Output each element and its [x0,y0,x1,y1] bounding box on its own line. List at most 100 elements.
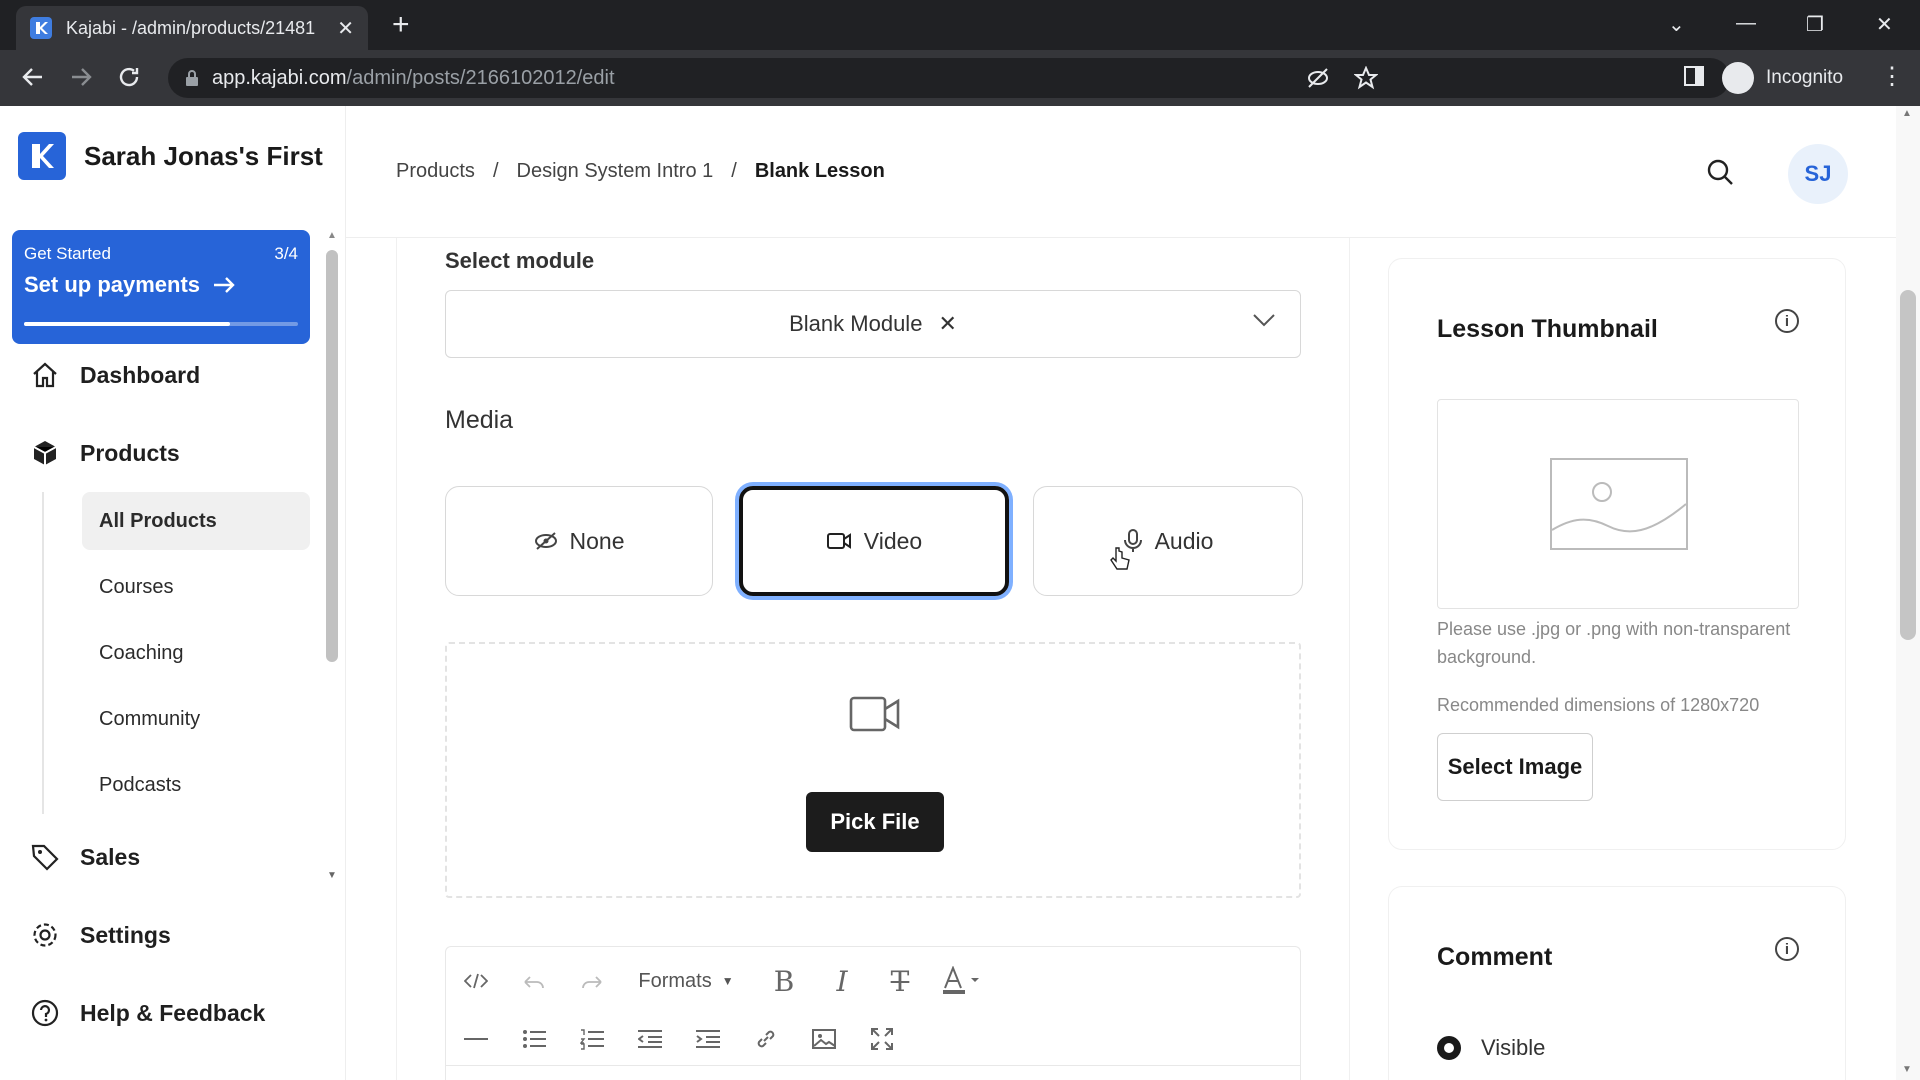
breadcrumb-separator: / [731,160,737,182]
get-started-progress-bar [24,322,298,326]
sidebar-subitem-podcasts[interactable]: Podcasts [82,756,310,814]
radio-selected-icon [1437,1036,1461,1060]
page-scrollbar[interactable]: ▲ ▼ [1896,106,1920,1080]
breadcrumb-current: Blank Lesson [754,160,885,182]
info-icon[interactable]: i [1775,937,1799,961]
hand-cursor-icon [1110,546,1130,572]
search-icon[interactable] [1706,158,1734,186]
formats-dropdown[interactable]: Formats ▼ [630,961,742,1001]
module-select[interactable]: Blank Module ✕ [445,290,1301,358]
get-started-card[interactable]: Get Started 3/4 Set up payments [12,230,310,344]
restore-icon[interactable]: ❐ [1806,12,1824,37]
italic-icon[interactable]: I [822,961,862,1001]
video-upload-dropzone[interactable]: Pick File [445,642,1301,898]
sidebar-item-dashboard[interactable]: Dashboard [30,360,200,390]
incognito-label: Incognito [1766,67,1844,88]
thumbnail-hint-dimensions: Recommended dimensions of 1280x720 [1437,695,1760,715]
lesson-thumbnail-title: Lesson Thumbnail [1437,315,1658,343]
indent-icon[interactable] [688,1019,728,1059]
pick-file-button[interactable]: Pick File [806,792,944,852]
tracking-off-icon[interactable] [1306,66,1330,90]
comment-visible-radio[interactable]: Visible [1437,1035,1545,1061]
comment-visible-label: Visible [1481,1035,1546,1060]
chevron-down-icon [1252,313,1276,327]
sidebar-item-settings[interactable]: Settings [30,920,171,950]
video-camera-icon [826,531,852,551]
media-none-button[interactable]: None [445,486,713,596]
redo-icon[interactable] [572,961,612,1001]
fullscreen-icon[interactable] [862,1019,902,1059]
link-icon[interactable] [746,1019,786,1059]
reload-icon[interactable] [116,64,142,90]
numbered-list-icon[interactable] [572,1019,612,1059]
code-view-icon[interactable] [456,961,496,1001]
incognito-indicator[interactable]: Incognito [1722,58,1843,98]
media-audio-button[interactable]: Audio [1033,486,1303,596]
thumbnail-preview[interactable] [1437,399,1799,609]
side-panel-icon[interactable] [1682,64,1706,88]
sidebar-subitem-coaching[interactable]: Coaching [82,624,310,682]
get-started-label: Get Started [24,244,111,263]
lesson-editor: Select module Blank Module ✕ Media None … [396,238,1350,1080]
kajabi-favicon [30,17,52,39]
gear-icon [30,920,60,950]
sidebar-item-label: Dashboard [80,361,201,388]
tab-title: Kajabi - /admin/products/21481 [66,17,316,38]
media-none-label: None [569,527,625,554]
media-video-button[interactable]: Video [739,486,1009,596]
image-placeholder-icon [1550,458,1688,550]
breadcrumb: Products / Design System Intro 1 / Blank… [396,160,885,183]
set-up-payments-link[interactable]: Set up payments [24,272,200,298]
tab-close-icon[interactable]: ✕ [337,16,354,41]
tag-icon [30,842,60,872]
subnav-rail [42,492,44,814]
horizontal-rule-icon[interactable] [456,1019,496,1059]
bullet-list-icon[interactable] [514,1019,554,1059]
address-bar[interactable]: app.kajabi.com/admin/posts/2166102012/ed… [168,58,1730,98]
sidebar-item-sales[interactable]: Sales [30,842,140,872]
help-icon [30,998,60,1028]
sidebar-subitem-community[interactable]: Community [82,690,310,748]
page-header: Products / Design System Intro 1 / Blank… [346,106,1920,238]
image-icon[interactable] [804,1019,844,1059]
browser-tab[interactable]: Kajabi - /admin/products/21481 ✕ [16,6,368,50]
sidebar-item-help[interactable]: Help & Feedback [30,998,265,1028]
eye-off-icon [534,531,558,551]
sidebar-item-products[interactable]: Products [30,438,180,468]
lock-icon [184,69,200,87]
strikethrough-icon[interactable]: T [880,961,920,1001]
kajabi-logo-icon [18,132,66,180]
undo-icon[interactable] [514,961,554,1001]
new-tab-icon[interactable]: + [392,10,410,40]
close-window-icon[interactable]: ✕ [1876,12,1893,37]
box-icon [30,438,60,468]
bold-icon[interactable]: B [764,961,804,1001]
sidebar-subitem-courses[interactable]: Courses [82,558,310,616]
breadcrumb-design-system[interactable]: Design System Intro 1 [517,160,714,183]
get-started-progress: 3/4 [274,244,298,263]
browser-menu-icon[interactable]: ⋮ [1880,62,1904,91]
arrow-right-icon [212,275,236,295]
media-heading: Media [445,406,514,434]
formats-label: Formats [638,969,712,992]
incognito-icon [1722,62,1754,94]
breadcrumb-products[interactable]: Products [396,160,475,183]
browser-tabstrip: Kajabi - /admin/products/21481 ✕ + ⌄ — ❐… [0,0,1920,50]
sidebar-scrollbar[interactable]: ▲ ▼ [324,230,340,886]
lesson-thumbnail-card: Lesson Thumbnail i Please use .jpg or .p… [1388,258,1846,850]
select-image-button[interactable]: Select Image [1437,733,1593,801]
brand[interactable]: Sarah Jonas's First [18,132,323,180]
avatar[interactable]: SJ [1788,144,1848,204]
tab-search-icon[interactable]: ⌄ [1668,12,1685,37]
forward-icon[interactable] [68,64,94,90]
text-color-icon[interactable] [938,961,984,1001]
bookmark-star-icon[interactable] [1354,66,1378,90]
back-icon[interactable] [20,64,46,90]
sidebar-subitem-all-products[interactable]: All Products [82,492,310,550]
clear-module-icon[interactable]: ✕ [938,311,956,337]
info-icon[interactable]: i [1775,309,1799,333]
outdent-icon[interactable] [630,1019,670,1059]
sidebar: Sarah Jonas's First Get Started 3/4 Set … [0,106,346,1080]
minimize-icon[interactable]: — [1736,12,1756,35]
home-icon [30,360,60,390]
